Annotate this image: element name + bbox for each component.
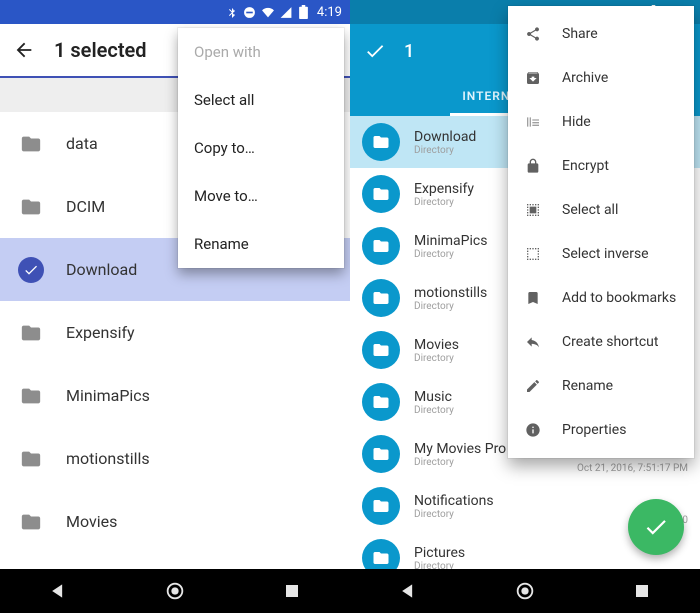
item-sub: Directory [414,457,563,468]
bookmark-icon [524,289,542,307]
list-item[interactable]: Expensify [0,301,350,364]
item-label: data [66,134,98,153]
share-icon [524,25,542,43]
folder-icon [18,511,44,533]
archive-icon [524,69,542,87]
menu-open-with[interactable]: Open with [178,28,344,76]
folder-icon [18,196,44,218]
menu-properties[interactable]: Properties [508,408,694,452]
select-all-icon [524,201,542,219]
item-label: Expensify [66,323,135,342]
done-button[interactable] [364,40,386,62]
menu-move-to[interactable]: Move to… [178,172,344,220]
folder-icon [362,123,400,161]
check-icon [18,257,44,283]
item-sub: Directory [414,561,688,570]
list-item[interactable]: MinimaPics [0,364,350,427]
folder-icon [362,175,400,213]
info-icon [524,421,542,439]
folder-icon [362,227,400,265]
hide-icon [524,113,542,131]
item-label: DCIM [66,197,105,216]
select-inverse-icon [524,245,542,263]
folder-icon [18,448,44,470]
menu-select-all[interactable]: Select all [178,76,344,124]
list-item[interactable]: motionstills [0,427,350,490]
screen-a-file-manager: 4:19 1 selected data DCIM Download Expen… [0,0,350,613]
reply-icon [524,333,542,351]
menu-create-shortcut[interactable]: Create shortcut [508,320,694,364]
menu-select-inverse[interactable]: Select inverse [508,232,694,276]
list-item[interactable]: Music [0,553,350,569]
folder-icon [18,385,44,407]
back-button[interactable] [12,38,36,62]
item-label: Download [66,260,137,279]
item-label: Movies [66,512,117,531]
item-label: motionstills [66,449,150,468]
selection-title: 1 selected [54,38,147,62]
bluetooth-icon [225,5,239,19]
status-bar: 4:19 [0,0,350,24]
nav-back-button[interactable] [388,571,428,611]
item-sub: Directory [414,509,617,520]
menu-archive[interactable]: Archive [508,56,694,100]
context-menu: Share Archive Hide Encrypt Select all Se… [508,6,694,458]
menu-rename[interactable]: Rename [178,220,344,268]
folder-icon [18,322,44,344]
signal-icon [279,5,293,19]
nav-home-button[interactable] [155,571,195,611]
nav-recents-button[interactable] [622,571,662,611]
folder-icon [362,539,400,569]
folder-icon [362,279,400,317]
nav-bar [350,569,700,613]
confirm-fab[interactable] [628,499,684,555]
item-date: Oct 21, 2016, 7:51:17 PM [577,463,688,474]
dnd-icon [243,5,257,19]
nav-bar [0,569,350,613]
nav-back-button[interactable] [38,571,78,611]
folder-icon [362,435,400,473]
folder-icon [362,487,400,525]
menu-hide[interactable]: Hide [508,100,694,144]
folder-icon [18,133,44,155]
menu-add-bookmarks[interactable]: Add to bookmarks [508,276,694,320]
status-clock: 4:19 [317,5,342,20]
lock-icon [524,157,542,175]
folder-icon [362,383,400,421]
item-label: MinimaPics [66,386,150,405]
context-menu: Open with Select all Copy to… Move to… R… [178,28,344,268]
nav-recents-button[interactable] [272,571,312,611]
menu-rename[interactable]: Rename [508,364,694,408]
list-item[interactable]: Movies [0,490,350,553]
item-label: Notifications [414,493,617,509]
selection-title: 1 [404,41,414,62]
screen-b-file-manager: 4:18 1 INTERNAL MEMORY DownloadDirectory… [350,0,700,613]
menu-copy-to[interactable]: Copy to… [178,124,344,172]
menu-share[interactable]: Share [508,12,694,56]
edit-icon [524,377,542,395]
battery-icon [297,5,311,19]
wifi-icon [261,5,275,19]
menu-encrypt[interactable]: Encrypt [508,144,694,188]
menu-select-all[interactable]: Select all [508,188,694,232]
folder-icon [362,331,400,369]
nav-home-button[interactable] [505,571,545,611]
